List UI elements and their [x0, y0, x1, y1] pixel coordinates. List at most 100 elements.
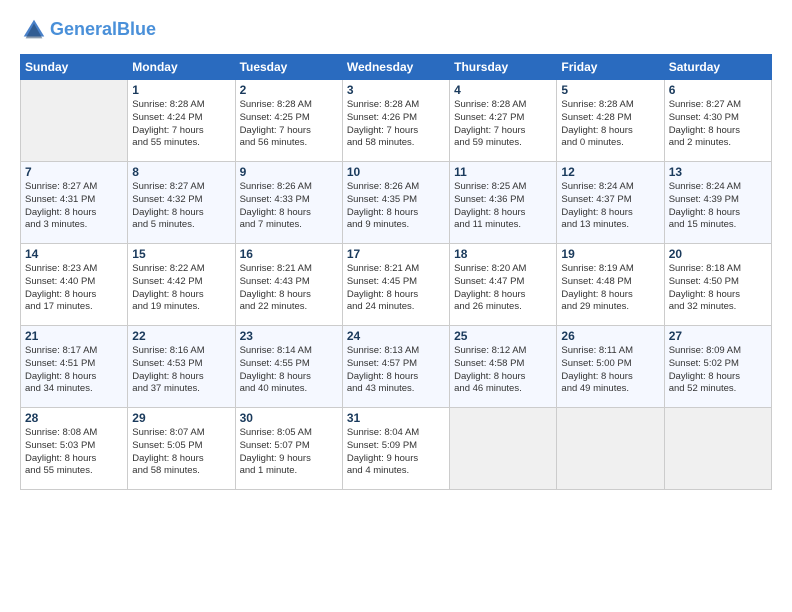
- calendar-cell: 11Sunrise: 8:25 AMSunset: 4:36 PMDayligh…: [450, 162, 557, 244]
- day-info: Sunrise: 8:14 AMSunset: 4:55 PMDaylight:…: [240, 345, 338, 396]
- day-number: 29: [132, 411, 230, 425]
- day-number: 15: [132, 247, 230, 261]
- weekday-header-tuesday: Tuesday: [235, 55, 342, 80]
- calendar-cell: [450, 408, 557, 490]
- calendar-cell: 3 Sunrise: 8:28 AMSunset: 4:26 PMDaylight…: [342, 80, 449, 162]
- calendar-cell: 16Sunrise: 8:21 AMSunset: 4:43 PMDayligh…: [235, 244, 342, 326]
- day-number: 23: [240, 329, 338, 343]
- calendar-cell: 8 Sunrise: 8:27 AMSunset: 4:32 PMDaylight…: [128, 162, 235, 244]
- day-number: 5: [561, 83, 659, 97]
- weekday-header-wednesday: Wednesday: [342, 55, 449, 80]
- day-info: Sunrise: 8:23 AMSunset: 4:40 PMDaylight:…: [25, 263, 123, 314]
- day-number: 6: [669, 83, 767, 97]
- weekday-header-row: SundayMondayTuesdayWednesdayThursdayFrid…: [21, 55, 772, 80]
- day-number: 26: [561, 329, 659, 343]
- day-info: Sunrise: 8:25 AMSunset: 4:36 PMDaylight:…: [454, 181, 552, 232]
- calendar-cell: 4 Sunrise: 8:28 AMSunset: 4:27 PMDaylight…: [450, 80, 557, 162]
- day-info: Sunrise: 8:17 AMSunset: 4:51 PMDaylight:…: [25, 345, 123, 396]
- day-info: Sunrise: 8:11 AMSunset: 5:00 PMDaylight:…: [561, 345, 659, 396]
- week-row-4: 21 Sunrise: 8:17 AMSunset: 4:51 PMDayligh…: [21, 326, 772, 408]
- page: GeneralBlue SundayMondayTuesdayWednesday…: [0, 0, 792, 612]
- week-row-2: 7 Sunrise: 8:27 AMSunset: 4:31 PMDaylight…: [21, 162, 772, 244]
- day-info: Sunrise: 8:05 AMSunset: 5:07 PMDaylight:…: [240, 427, 338, 478]
- weekday-header-saturday: Saturday: [664, 55, 771, 80]
- day-info: Sunrise: 8:26 AMSunset: 4:35 PMDaylight:…: [347, 181, 445, 232]
- calendar-cell: 20 Sunrise: 8:18 AMSunset: 4:50 PMDayligh…: [664, 244, 771, 326]
- day-info: Sunrise: 8:09 AMSunset: 5:02 PMDaylight:…: [669, 345, 767, 396]
- weekday-header-monday: Monday: [128, 55, 235, 80]
- day-number: 21: [25, 329, 123, 343]
- weekday-header-friday: Friday: [557, 55, 664, 80]
- day-info: Sunrise: 8:28 AMSunset: 4:26 PMDaylight:…: [347, 99, 445, 150]
- day-number: 27: [669, 329, 767, 343]
- logo-text: GeneralBlue: [50, 19, 156, 41]
- day-number: 22: [132, 329, 230, 343]
- calendar-cell: 29Sunrise: 8:07 AMSunset: 5:05 PMDayligh…: [128, 408, 235, 490]
- day-info: Sunrise: 8:26 AMSunset: 4:33 PMDaylight:…: [240, 181, 338, 232]
- weekday-header-thursday: Thursday: [450, 55, 557, 80]
- day-info: Sunrise: 8:22 AMSunset: 4:42 PMDaylight:…: [132, 263, 230, 314]
- week-row-5: 28 Sunrise: 8:08 AMSunset: 5:03 PMDayligh…: [21, 408, 772, 490]
- day-info: Sunrise: 8:27 AMSunset: 4:32 PMDaylight:…: [132, 181, 230, 232]
- weekday-header-sunday: Sunday: [21, 55, 128, 80]
- day-number: 31: [347, 411, 445, 425]
- calendar-cell: [664, 408, 771, 490]
- calendar-cell: 6Sunrise: 8:27 AMSunset: 4:30 PMDaylight…: [664, 80, 771, 162]
- day-info: Sunrise: 8:04 AMSunset: 5:09 PMDaylight:…: [347, 427, 445, 478]
- day-info: Sunrise: 8:12 AMSunset: 4:58 PMDaylight:…: [454, 345, 552, 396]
- day-number: 25: [454, 329, 552, 343]
- calendar-cell: 7 Sunrise: 8:27 AMSunset: 4:31 PMDaylight…: [21, 162, 128, 244]
- calendar-cell: 25 Sunrise: 8:12 AMSunset: 4:58 PMDayligh…: [450, 326, 557, 408]
- day-info: Sunrise: 8:13 AMSunset: 4:57 PMDaylight:…: [347, 345, 445, 396]
- calendar-cell: [557, 408, 664, 490]
- day-number: 2: [240, 83, 338, 97]
- day-info: Sunrise: 8:08 AMSunset: 5:03 PMDaylight:…: [25, 427, 123, 478]
- day-number: 19: [561, 247, 659, 261]
- calendar-cell: 9 Sunrise: 8:26 AMSunset: 4:33 PMDaylight…: [235, 162, 342, 244]
- day-number: 4: [454, 83, 552, 97]
- day-number: 7: [25, 165, 123, 179]
- day-number: 12: [561, 165, 659, 179]
- day-number: 3: [347, 83, 445, 97]
- day-info: Sunrise: 8:27 AMSunset: 4:31 PMDaylight:…: [25, 181, 123, 232]
- day-number: 18: [454, 247, 552, 261]
- calendar-cell: 24 Sunrise: 8:13 AMSunset: 4:57 PMDayligh…: [342, 326, 449, 408]
- logo: GeneralBlue: [20, 16, 156, 44]
- calendar-cell: 28 Sunrise: 8:08 AMSunset: 5:03 PMDayligh…: [21, 408, 128, 490]
- day-number: 30: [240, 411, 338, 425]
- logo-line1: General: [50, 19, 117, 39]
- calendar-cell: 27 Sunrise: 8:09 AMSunset: 5:02 PMDayligh…: [664, 326, 771, 408]
- calendar-table: SundayMondayTuesdayWednesdayThursdayFrid…: [20, 54, 772, 490]
- calendar-cell: 12 Sunrise: 8:24 AMSunset: 4:37 PMDayligh…: [557, 162, 664, 244]
- calendar-cell: 2Sunrise: 8:28 AMSunset: 4:25 PMDaylight…: [235, 80, 342, 162]
- day-info: Sunrise: 8:24 AMSunset: 4:37 PMDaylight:…: [561, 181, 659, 232]
- calendar-cell: 15 Sunrise: 8:22 AMSunset: 4:42 PMDayligh…: [128, 244, 235, 326]
- day-info: Sunrise: 8:24 AMSunset: 4:39 PMDaylight:…: [669, 181, 767, 232]
- day-info: Sunrise: 8:19 AMSunset: 4:48 PMDaylight:…: [561, 263, 659, 314]
- day-number: 8: [132, 165, 230, 179]
- day-info: Sunrise: 8:28 AMSunset: 4:24 PMDaylight:…: [132, 99, 230, 150]
- day-number: 20: [669, 247, 767, 261]
- calendar-cell: 30 Sunrise: 8:05 AMSunset: 5:07 PMDayligh…: [235, 408, 342, 490]
- day-number: 28: [25, 411, 123, 425]
- calendar-cell: 10Sunrise: 8:26 AMSunset: 4:35 PMDayligh…: [342, 162, 449, 244]
- calendar-cell: 18 Sunrise: 8:20 AMSunset: 4:47 PMDayligh…: [450, 244, 557, 326]
- day-number: 13: [669, 165, 767, 179]
- day-info: Sunrise: 8:16 AMSunset: 4:53 PMDaylight:…: [132, 345, 230, 396]
- day-number: 24: [347, 329, 445, 343]
- calendar-cell: 13 Sunrise: 8:24 AMSunset: 4:39 PMDayligh…: [664, 162, 771, 244]
- day-number: 9: [240, 165, 338, 179]
- week-row-3: 14 Sunrise: 8:23 AMSunset: 4:40 PMDayligh…: [21, 244, 772, 326]
- day-info: Sunrise: 8:18 AMSunset: 4:50 PMDaylight:…: [669, 263, 767, 314]
- calendar-cell: 31 Sunrise: 8:04 AMSunset: 5:09 PMDayligh…: [342, 408, 449, 490]
- day-info: Sunrise: 8:28 AMSunset: 4:27 PMDaylight:…: [454, 99, 552, 150]
- logo-line2: Blue: [117, 19, 156, 39]
- calendar-cell: 22 Sunrise: 8:16 AMSunset: 4:53 PMDayligh…: [128, 326, 235, 408]
- calendar-cell: 23 Sunrise: 8:14 AMSunset: 4:55 PMDayligh…: [235, 326, 342, 408]
- day-number: 14: [25, 247, 123, 261]
- day-info: Sunrise: 8:20 AMSunset: 4:47 PMDaylight:…: [454, 263, 552, 314]
- day-number: 1: [132, 83, 230, 97]
- calendar-cell: 21 Sunrise: 8:17 AMSunset: 4:51 PMDayligh…: [21, 326, 128, 408]
- calendar-cell: 1 Sunrise: 8:28 AMSunset: 4:24 PMDaylight…: [128, 80, 235, 162]
- calendar-cell: 26 Sunrise: 8:11 AMSunset: 5:00 PMDayligh…: [557, 326, 664, 408]
